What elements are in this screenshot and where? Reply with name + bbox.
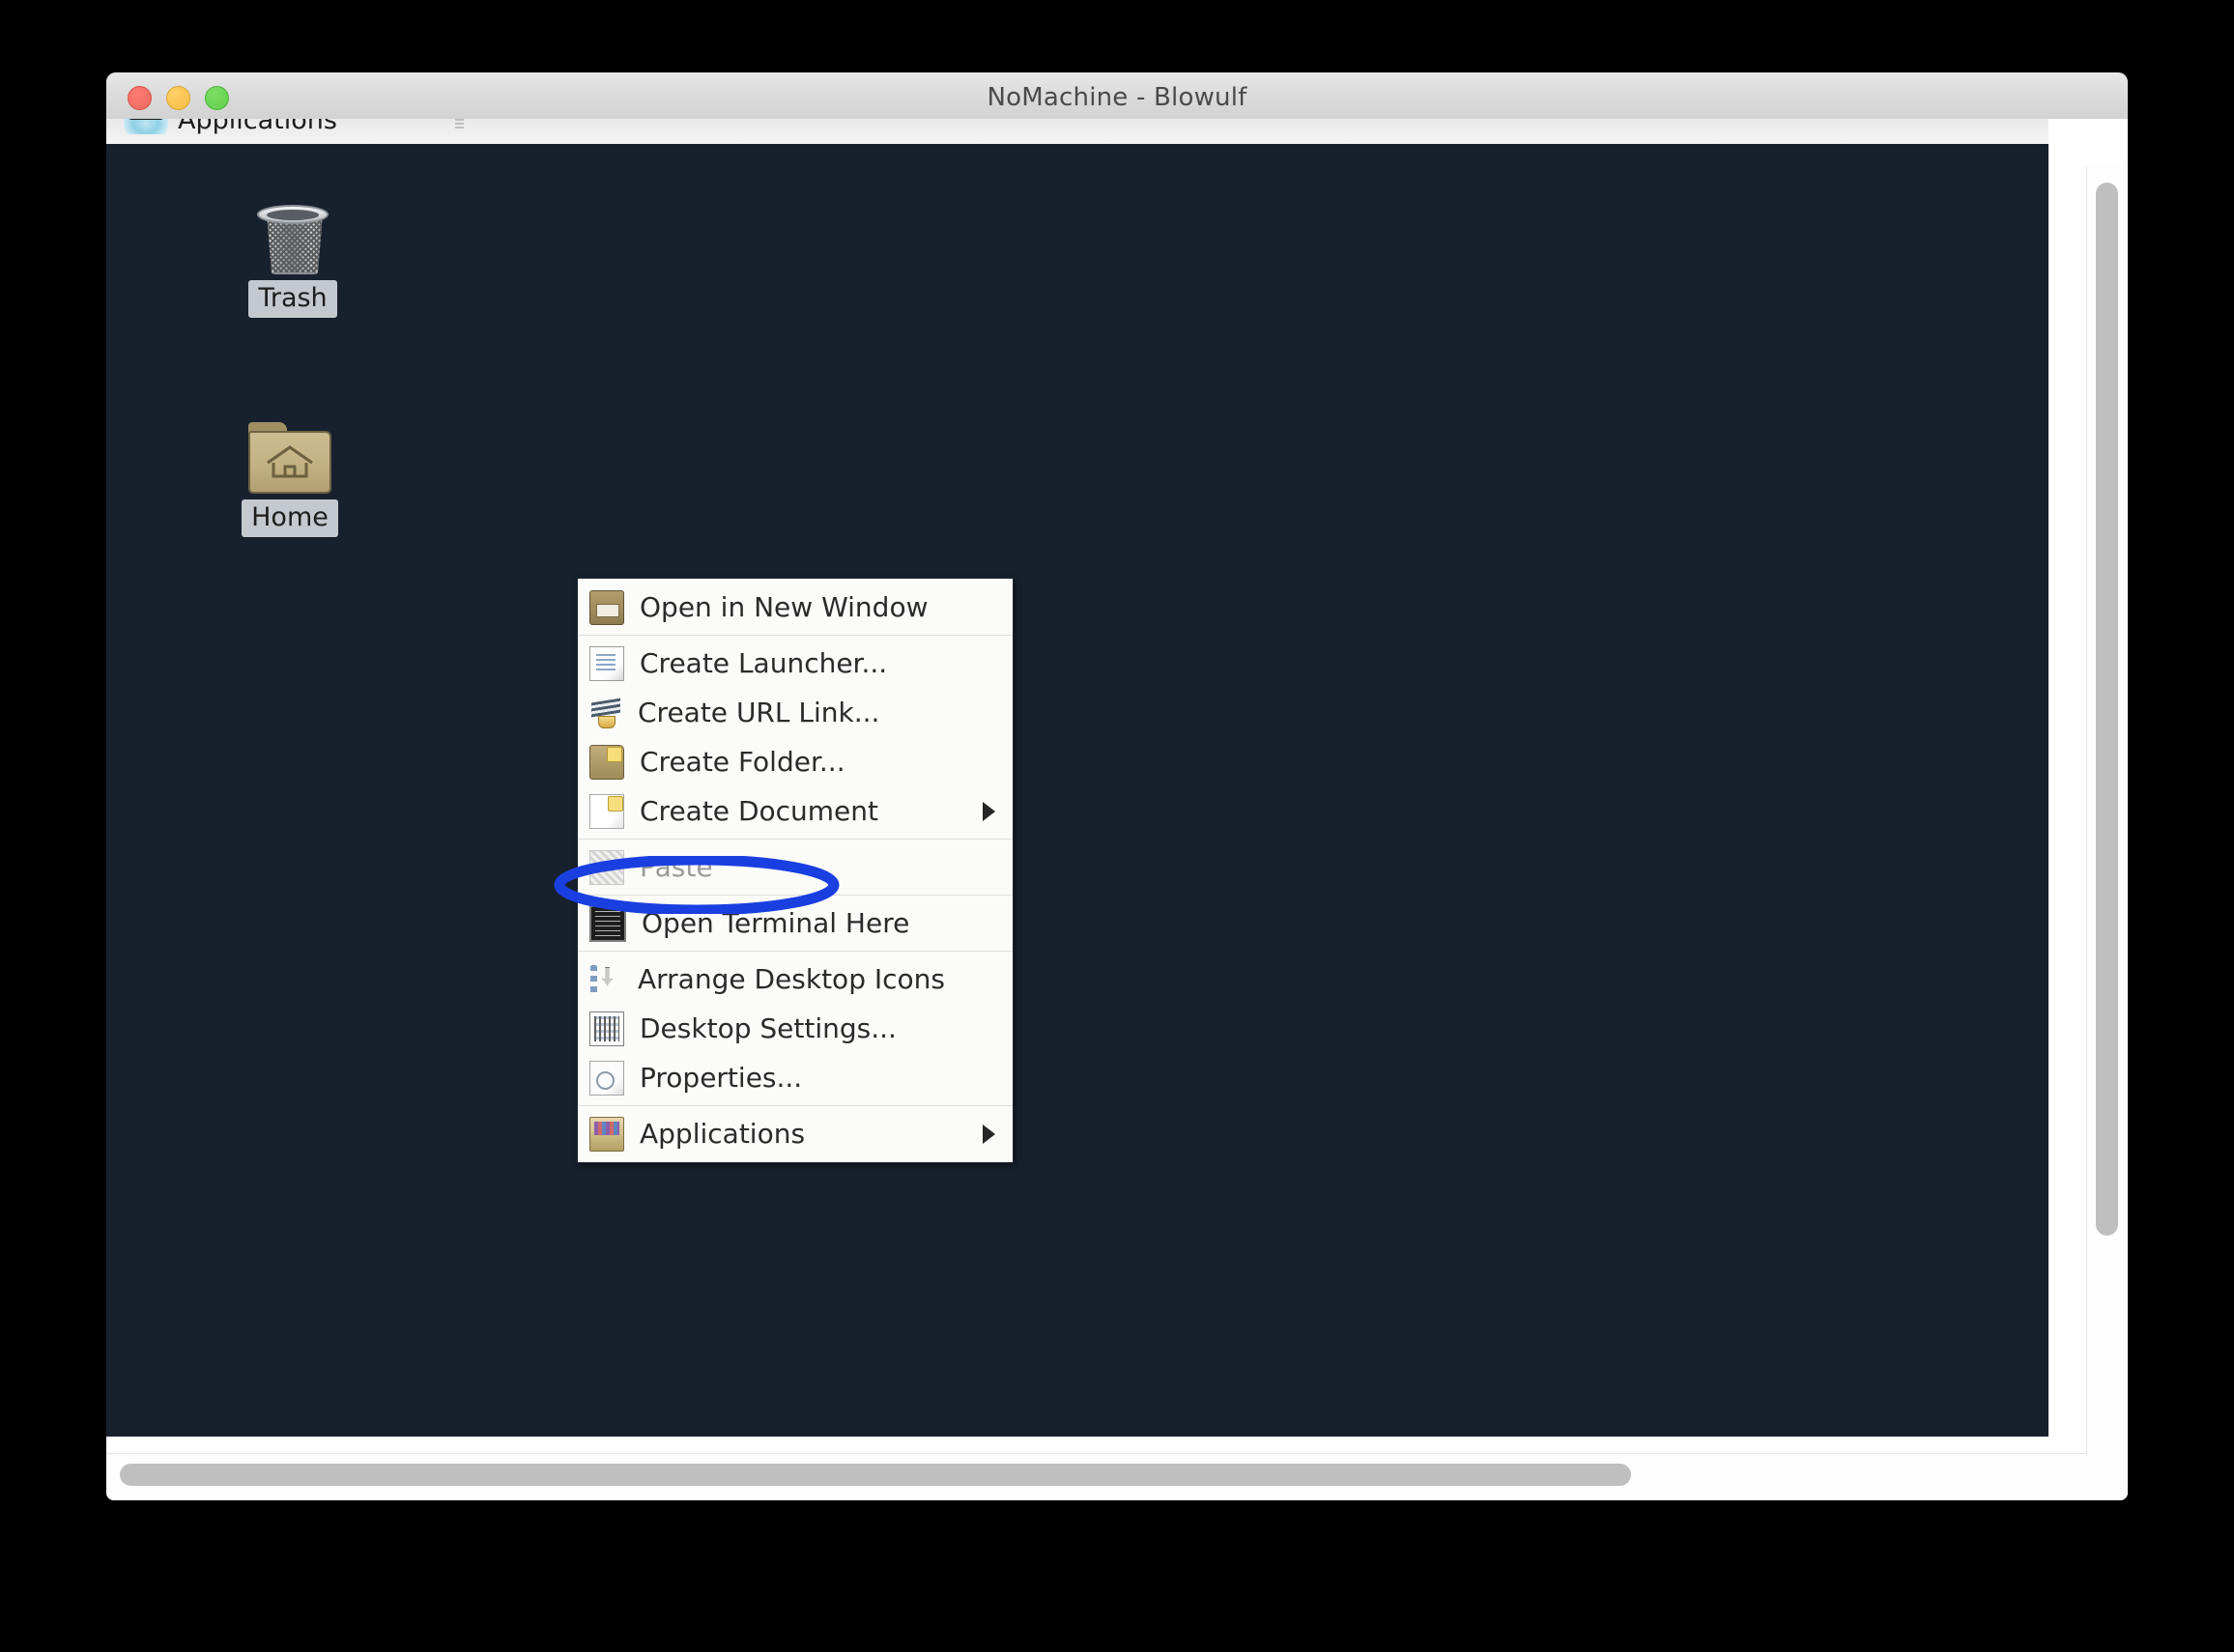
menu-item-open-terminal-here[interactable]: Open Terminal Here: [578, 898, 1013, 948]
scrollbar-corner: [2087, 1454, 2128, 1500]
window-title: NoMachine - Blowulf: [987, 83, 1247, 112]
menu-separator: [578, 839, 1013, 840]
vertical-scrollbar-thumb[interactable]: [2096, 183, 2118, 1236]
submenu-arrow-icon: [983, 1124, 995, 1144]
menu-item-label: Create URL Link...: [638, 697, 880, 728]
menu-separator: [578, 635, 1013, 636]
desktop-icon-label: Trash: [248, 280, 337, 318]
desktop-context-menu[interactable]: Open in New Window Create Launcher... Cr…: [577, 578, 1014, 1163]
trash-icon: [211, 187, 375, 274]
desktop-icon-trash[interactable]: Trash: [211, 187, 375, 318]
menu-item-label: Properties...: [640, 1062, 803, 1094]
url-link-icon: [589, 697, 622, 729]
menu-item-label: Open Terminal Here: [642, 907, 910, 939]
menu-item-arrange-desktop-icons[interactable]: Arrange Desktop Icons: [578, 954, 1013, 1004]
menu-item-label: Arrange Desktop Icons: [638, 963, 945, 995]
menu-item-open-in-new-window[interactable]: Open in New Window: [578, 583, 1013, 632]
menu-item-label: Paste: [640, 851, 713, 883]
menu-item-create-folder[interactable]: Create Folder...: [578, 737, 1013, 786]
window-titlebar[interactable]: NoMachine - Blowulf: [106, 72, 2128, 120]
menu-separator: [578, 951, 1013, 952]
applications-panel[interactable]: Applications: [106, 119, 2048, 144]
panel-drag-handle[interactable]: [455, 119, 464, 130]
desktop-icon-label: Home: [242, 499, 338, 537]
desktop-area[interactable]: Trash Home: [106, 144, 2048, 1437]
menu-item-create-launcher[interactable]: Create Launcher...: [578, 639, 1013, 688]
home-folder-icon: [208, 407, 372, 494]
vertical-scrollbar[interactable]: [2086, 165, 2128, 1500]
menu-item-label: Create Document: [640, 795, 878, 827]
desktop-icon-home[interactable]: Home: [208, 407, 372, 537]
mouse-icon: [124, 119, 168, 134]
applications-icon: [589, 1116, 624, 1152]
menu-item-paste: Paste: [578, 842, 1013, 892]
menu-item-label: Applications: [640, 1118, 806, 1150]
menu-item-create-document[interactable]: Create Document: [578, 786, 1013, 836]
menu-item-create-url-link[interactable]: Create URL Link...: [578, 688, 1013, 737]
document-icon: [589, 645, 624, 681]
paste-icon: [589, 849, 624, 885]
terminal-icon: [589, 904, 626, 942]
new-folder-icon: [589, 744, 624, 780]
properties-icon: [589, 1060, 624, 1096]
horizontal-scrollbar[interactable]: [106, 1453, 2087, 1500]
menu-separator: [578, 895, 1013, 896]
menu-item-label: Create Folder...: [640, 746, 845, 778]
open-folder-icon: [589, 589, 624, 625]
menu-item-desktop-settings[interactable]: Desktop Settings...: [578, 1004, 1013, 1053]
menu-item-applications[interactable]: Applications: [578, 1109, 1013, 1158]
menu-separator: [578, 1105, 1013, 1106]
menu-item-label: Desktop Settings...: [640, 1012, 897, 1044]
nomachine-window: NoMachine - Blowulf Applications Trash H…: [106, 72, 2128, 1500]
menu-item-properties[interactable]: Properties...: [578, 1053, 1013, 1102]
submenu-arrow-icon: [983, 801, 995, 821]
remote-desktop-viewport[interactable]: Applications Trash Home: [106, 119, 2128, 1500]
menu-item-label: Create Launcher...: [640, 647, 888, 679]
house-glyph: [267, 445, 313, 478]
horizontal-scrollbar-thumb[interactable]: [120, 1464, 1631, 1486]
arrange-icon: [589, 963, 622, 996]
applications-menu-label: Applications: [178, 119, 337, 135]
desktop-settings-icon: [589, 1011, 624, 1046]
new-document-icon: [589, 793, 624, 829]
menu-item-label: Open in New Window: [640, 591, 929, 623]
